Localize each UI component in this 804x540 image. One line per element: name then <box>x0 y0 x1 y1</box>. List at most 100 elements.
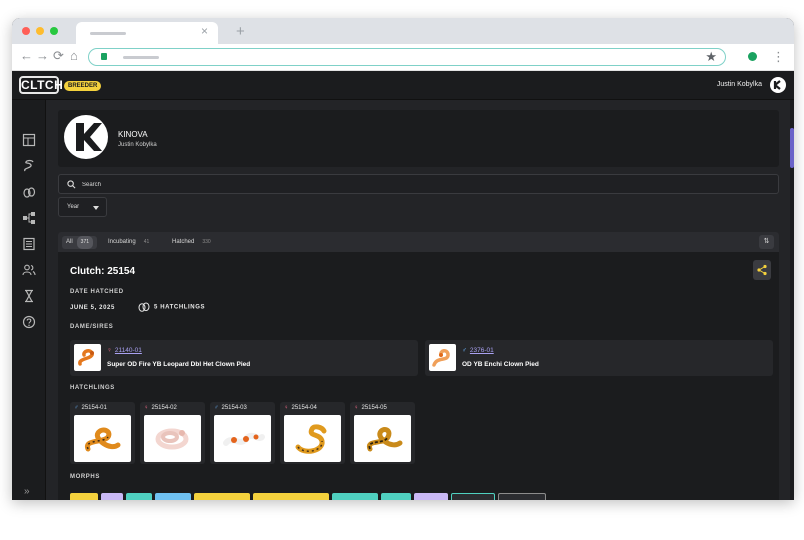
morph-chip[interactable] <box>126 493 152 500</box>
snake-photo <box>85 427 121 452</box>
browser-tab[interactable]: × <box>76 22 218 44</box>
sire-id-link[interactable]: ♂ 2376-01 <box>462 347 494 354</box>
hatchling-id: ♀ 25154-04 <box>284 405 317 411</box>
new-tab-button[interactable]: + <box>236 23 245 40</box>
search-field[interactable] <box>58 174 779 194</box>
hourglass-icon[interactable] <box>22 289 36 303</box>
dame-id-link[interactable]: ♀ 21140-01 <box>107 347 142 354</box>
sort-icon: ⇅ <box>763 238 770 245</box>
share-button[interactable] <box>753 260 771 280</box>
close-tab-icon[interactable]: × <box>201 24 208 38</box>
hatchling-photo <box>144 415 201 462</box>
help-icon[interactable] <box>22 315 36 329</box>
year-dropdown[interactable]: Year <box>58 197 107 217</box>
morph-chip[interactable] <box>381 493 411 500</box>
sire-photo <box>429 344 456 371</box>
hatchling-photo <box>354 415 411 462</box>
tab-incubating[interactable]: Incubating 41 <box>104 236 157 249</box>
male-icon: ♂ <box>214 405 219 411</box>
female-icon: ♀ <box>284 405 289 411</box>
snake-photo <box>78 349 94 366</box>
morph-chip[interactable] <box>101 493 123 500</box>
browser-tab-strip: × + <box>12 18 794 44</box>
hatchling-card[interactable]: ♂ 25154-01 <box>70 402 135 464</box>
records-icon[interactable] <box>22 237 36 251</box>
morph-chip[interactable] <box>194 493 250 500</box>
hatchling-photo <box>74 415 131 462</box>
forward-icon[interactable]: → <box>36 49 49 63</box>
address-bar[interactable]: ★ <box>88 48 726 66</box>
expand-sidebar-icon[interactable]: » <box>24 486 30 497</box>
tab-count: 371 <box>76 236 94 249</box>
date-hatched-label: DATE HATCHED <box>70 289 124 295</box>
minimize-window-button[interactable] <box>36 27 44 35</box>
profile-card: KINOVA Justin Kobylka <box>58 110 779 167</box>
morph-chip[interactable] <box>253 493 329 500</box>
browser-menu-icon[interactable]: ⋮ <box>772 49 785 65</box>
snake-photo <box>366 427 403 452</box>
tab-label: Hatched <box>172 239 195 245</box>
search-input[interactable] <box>82 178 682 191</box>
profile-avatar <box>64 115 108 159</box>
tab-all[interactable]: All 371 <box>62 236 98 249</box>
sire-id: 2376-01 <box>469 347 494 354</box>
users-icon[interactable] <box>22 263 36 277</box>
maximize-window-button[interactable] <box>50 27 58 35</box>
user-name[interactable]: Justin Kobylka <box>717 81 762 88</box>
app-header: CLTCH BREEDER Justin Kobylka <box>12 71 794 100</box>
hatchling-id-text: 25154-03 <box>221 405 247 411</box>
tab-hatched[interactable]: Hatched 330 <box>168 236 219 249</box>
main-content: KINOVA Justin Kobylka Year All371 Incuba… <box>46 100 794 500</box>
home-icon[interactable]: ⌂ <box>70 49 78 63</box>
hatchlings-label: HATCHLINGS <box>70 385 115 391</box>
scrollbar-thumb[interactable] <box>790 128 794 168</box>
browser-window: × + ← → ⟳ ⌂ ★ ⋮ CLTCH BREEDER Justin Kob… <box>12 18 794 500</box>
dame-photo <box>74 344 101 371</box>
hatchling-card[interactable]: ♀ 25154-05 <box>350 402 415 464</box>
browser-toolbar: ← → ⟳ ⌂ ★ ⋮ <box>12 44 794 71</box>
dashboard-icon[interactable] <box>22 133 36 147</box>
share-icon <box>757 264 767 276</box>
scrollbar[interactable] <box>790 100 794 500</box>
snake-photo <box>432 349 450 367</box>
extension-icon[interactable] <box>748 52 757 61</box>
dame-morph: Super OD Fire YB Leopard Dbl Het Clown P… <box>107 361 251 368</box>
sire-card[interactable]: ♂ 2376-01 OD YB Enchi Clown Pied <box>425 340 773 376</box>
back-icon[interactable]: ← <box>20 49 33 63</box>
close-window-button[interactable] <box>22 27 30 35</box>
morph-chip[interactable] <box>332 493 378 500</box>
morph-chip[interactable] <box>70 493 98 500</box>
eggs-icon[interactable] <box>22 185 36 199</box>
tab-label: All <box>66 239 73 245</box>
morph-chip[interactable] <box>155 493 191 500</box>
tab-count: 330 <box>202 239 211 245</box>
hatchling-photo <box>214 415 271 462</box>
bookmark-star-icon[interactable]: ★ <box>705 49 717 65</box>
hatchling-card[interactable]: ♂ 25154-03 <box>210 402 275 464</box>
snake-icon[interactable] <box>22 159 36 173</box>
hatchling-count-text: 5 HATCHLINGS <box>154 304 206 311</box>
sort-button[interactable]: ⇅ <box>759 235 774 249</box>
user-avatar[interactable] <box>770 77 786 93</box>
hatchling-count: 5 HATCHLINGS <box>138 302 205 312</box>
snake-photo <box>155 428 189 450</box>
pairings-icon[interactable] <box>22 211 36 225</box>
snake-photo <box>223 432 265 446</box>
app-logo[interactable]: CLTCH <box>19 76 63 94</box>
hatchling-card[interactable]: ♀ 25154-04 <box>280 402 345 464</box>
kinova-logo-icon <box>76 123 102 151</box>
morph-chip[interactable] <box>414 493 448 500</box>
dame-card[interactable]: ♀ 21140-01 Super OD Fire YB Leopard Dbl H… <box>70 340 418 376</box>
morph-chip[interactable] <box>451 493 495 500</box>
morph-chip[interactable] <box>498 493 546 500</box>
hatchling-card[interactable]: ♀ 25154-02 <box>140 402 205 464</box>
female-icon: ♀ <box>107 347 112 354</box>
sidebar: » <box>12 100 46 500</box>
reload-icon[interactable]: ⟳ <box>53 49 64 63</box>
filter-tabs: All 371 Incubating 41 Hatched 330 ⇅ <box>58 232 779 252</box>
hatchling-id-text: 25154-04 <box>291 405 317 411</box>
date-hatched-value: JUNE 5, 2025 <box>70 305 115 311</box>
url-placeholder <box>123 56 159 59</box>
breeder-badge: BREEDER <box>64 81 102 91</box>
eggs-icon <box>138 302 150 312</box>
